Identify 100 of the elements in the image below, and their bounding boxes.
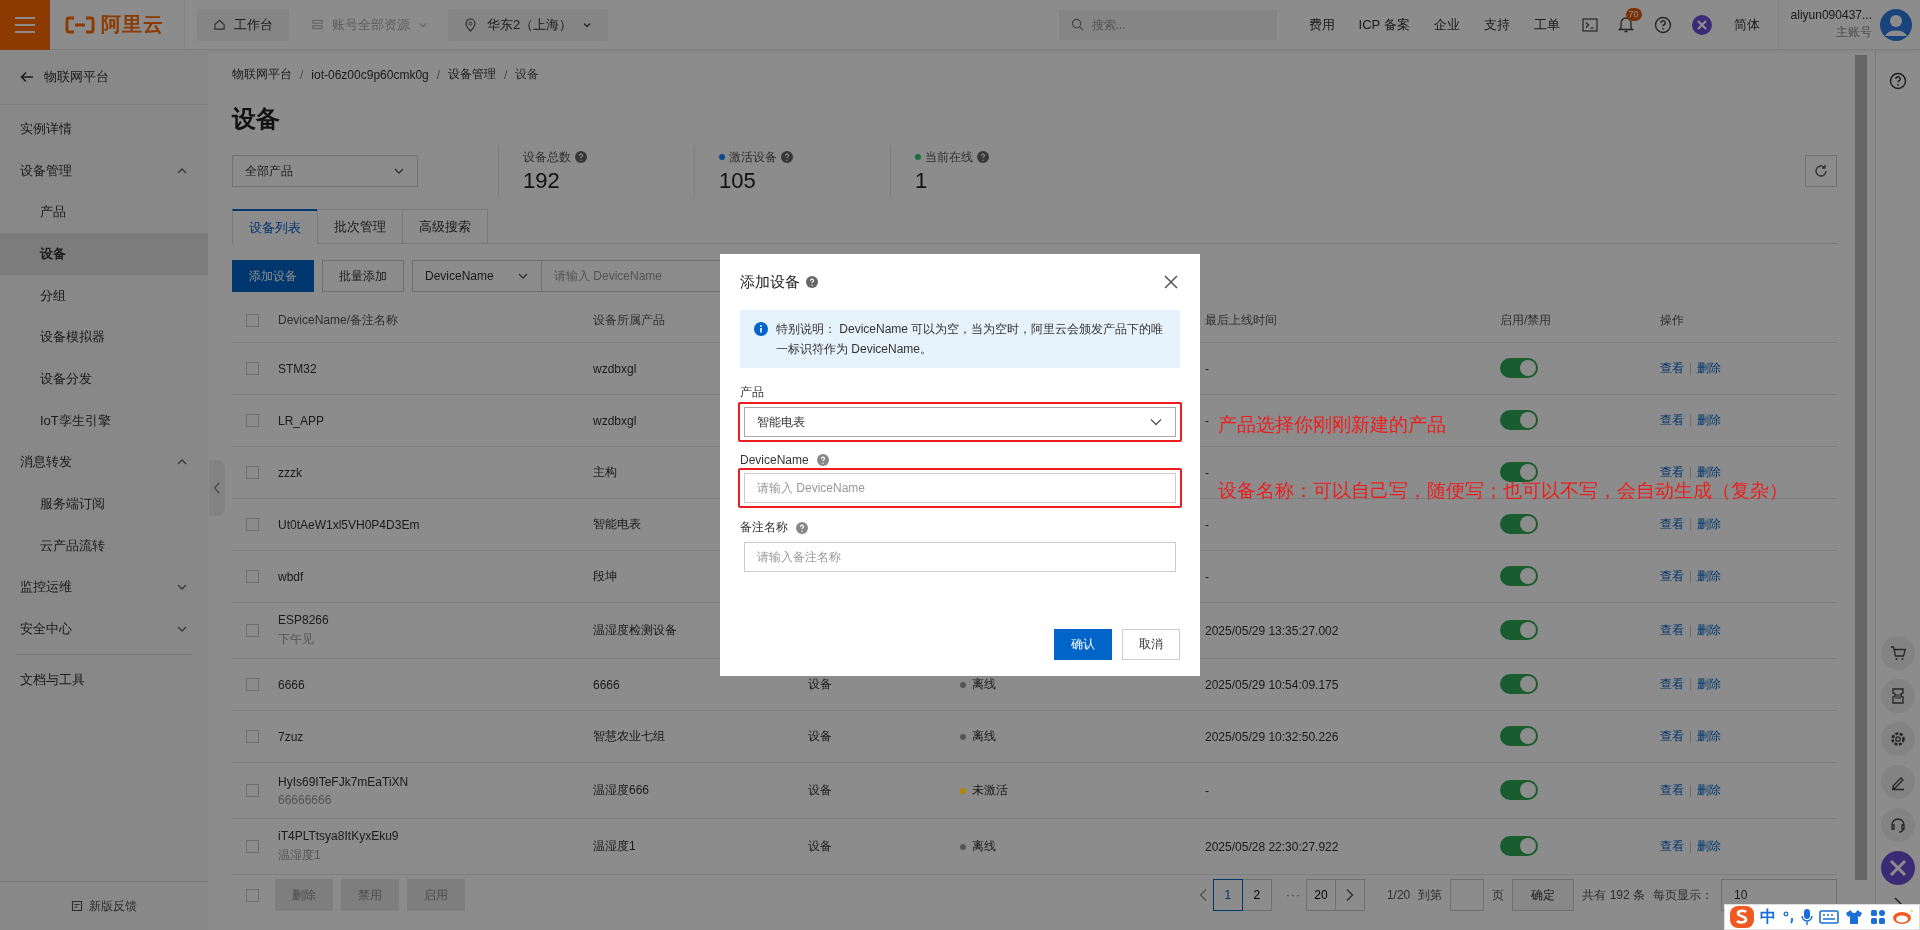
- action-link[interactable]: 查看: [1660, 464, 1684, 481]
- product-filter-select[interactable]: 全部产品: [232, 155, 418, 187]
- action-link[interactable]: 查看: [1660, 516, 1684, 533]
- page-number-field[interactable]: [1450, 879, 1485, 911]
- sidebar-item[interactable]: 安全中心: [0, 608, 208, 650]
- assistant-logo-icon[interactable]: [1881, 851, 1915, 885]
- breadcrumb-link[interactable]: iot-06z00c9p60cmk0g: [311, 67, 429, 82]
- row-checkbox[interactable]: [246, 730, 259, 743]
- row-checkbox[interactable]: [246, 624, 259, 637]
- row-checkbox[interactable]: [246, 414, 259, 427]
- search-field-select[interactable]: DeviceName: [412, 260, 542, 292]
- top-nav-link[interactable]: 工单: [1533, 15, 1560, 34]
- back-link[interactable]: 物联网平台: [0, 50, 208, 105]
- toggle-switch[interactable]: [1500, 566, 1538, 586]
- row-checkbox[interactable]: [246, 570, 259, 583]
- grid-icon[interactable]: [1869, 909, 1886, 925]
- toggle-switch[interactable]: [1500, 410, 1538, 430]
- action-link[interactable]: 删除: [1697, 782, 1721, 799]
- close-icon[interactable]: [1164, 275, 1178, 289]
- cancel-button[interactable]: 取消: [1122, 629, 1180, 660]
- row-checkbox[interactable]: [246, 518, 259, 531]
- keyboard-icon[interactable]: [1819, 910, 1840, 924]
- action-link[interactable]: 删除: [1697, 360, 1721, 377]
- tab[interactable]: 设备列表: [232, 209, 318, 244]
- breadcrumb-link[interactable]: 物联网平台: [232, 66, 292, 83]
- toggle-switch[interactable]: [1500, 514, 1538, 534]
- product-select[interactable]: 智能电表: [744, 407, 1176, 437]
- feedback-link[interactable]: 新版反馈: [0, 881, 208, 930]
- sidebar-item[interactable]: 设备: [0, 233, 208, 275]
- confirm-button[interactable]: 确认: [1054, 629, 1112, 660]
- top-nav-link[interactable]: 企业: [1433, 15, 1460, 34]
- action-link[interactable]: 查看: [1660, 412, 1684, 429]
- page-button[interactable]: 2: [1241, 879, 1272, 911]
- refresh-button[interactable]: [1805, 155, 1837, 187]
- add-device-button[interactable]: 添加设备: [232, 260, 314, 292]
- action-link[interactable]: 删除: [1697, 622, 1721, 639]
- action-link[interactable]: 查看: [1660, 676, 1684, 693]
- help-icon[interactable]: [1653, 15, 1672, 34]
- input-method-logo-icon[interactable]: [1730, 906, 1755, 928]
- language-link[interactable]: 简体: [1733, 15, 1760, 34]
- sidebar-item[interactable]: 设备模拟器: [0, 316, 208, 359]
- toggle-switch[interactable]: [1500, 726, 1538, 746]
- top-nav-link[interactable]: 支持: [1483, 15, 1510, 34]
- action-link[interactable]: 查看: [1660, 838, 1684, 855]
- account-name[interactable]: aliyun090437...: [1790, 8, 1872, 22]
- action-link[interactable]: 查看: [1660, 568, 1684, 585]
- punctuation-icon[interactable]: [1782, 909, 1795, 925]
- action-link[interactable]: 查看: [1660, 360, 1684, 377]
- assistant-logo-icon[interactable]: [1691, 14, 1712, 35]
- toggle-switch[interactable]: [1500, 674, 1538, 694]
- workbench-button[interactable]: 工作台: [197, 8, 289, 41]
- shirt-icon[interactable]: [1845, 909, 1864, 925]
- row-checkbox[interactable]: [246, 466, 259, 479]
- select-all-checkbox[interactable]: [246, 313, 259, 327]
- sidebar-item[interactable]: 文档与工具: [0, 658, 208, 701]
- select-all-checkbox[interactable]: [246, 888, 259, 902]
- sidebar-item[interactable]: 消息转发: [0, 441, 208, 484]
- action-link[interactable]: 删除: [1697, 464, 1721, 481]
- sidebar-item[interactable]: 服务端订阅: [0, 483, 208, 525]
- page-button[interactable]: 1: [1212, 879, 1243, 911]
- avatar-icon[interactable]: [1880, 8, 1912, 41]
- breadcrumb-link[interactable]: 设备: [515, 66, 540, 83]
- action-link[interactable]: 删除: [1697, 838, 1721, 855]
- sidebar-item[interactable]: 实例详情: [0, 108, 208, 150]
- next-page-button[interactable]: [1334, 879, 1365, 911]
- page-button[interactable]: 20: [1305, 879, 1336, 911]
- help-icon[interactable]: [1889, 72, 1907, 90]
- row-checkbox[interactable]: [246, 784, 259, 797]
- sidebar-item[interactable]: IoT孪生引擎: [0, 399, 208, 442]
- action-link[interactable]: 查看: [1660, 728, 1684, 745]
- gear-icon[interactable]: [1881, 722, 1915, 756]
- goto-button[interactable]: 确定: [1512, 879, 1575, 911]
- region-dropdown[interactable]: 华东2（上海）: [448, 8, 609, 41]
- toggle-switch[interactable]: [1500, 620, 1538, 640]
- row-checkbox[interactable]: [246, 362, 259, 375]
- action-link[interactable]: 删除: [1697, 412, 1721, 429]
- input-field[interactable]: 请输入备注名称: [744, 542, 1176, 572]
- bell-icon[interactable]: [1617, 16, 1634, 33]
- cart-icon[interactable]: [1881, 636, 1915, 670]
- action-link[interactable]: 删除: [1697, 568, 1721, 585]
- top-nav-link[interactable]: 费用: [1308, 15, 1335, 34]
- breadcrumb-link[interactable]: 设备管理: [448, 66, 497, 83]
- sidebar-item[interactable]: 设备管理: [0, 149, 208, 192]
- action-link[interactable]: 查看: [1660, 622, 1684, 639]
- input-field[interactable]: 请输入 DeviceName: [744, 473, 1176, 503]
- row-checkbox[interactable]: [246, 678, 259, 691]
- tab[interactable]: 高级搜索: [402, 209, 488, 243]
- sidebar-item[interactable]: 云产品流转: [0, 524, 208, 567]
- collapse-handle[interactable]: [209, 460, 225, 516]
- headset-icon[interactable]: [1881, 808, 1915, 842]
- toggle-switch[interactable]: [1500, 358, 1538, 378]
- action-link[interactable]: 查看: [1660, 782, 1684, 799]
- mascot-icon[interactable]: [1891, 909, 1914, 925]
- row-checkbox[interactable]: [246, 840, 259, 853]
- action-link[interactable]: 删除: [1697, 676, 1721, 693]
- chevron-left-icon[interactable]: [1197, 888, 1208, 902]
- terminal-icon[interactable]: [1581, 17, 1598, 32]
- toggle-switch[interactable]: [1500, 836, 1538, 856]
- microphone-icon[interactable]: [1800, 908, 1813, 926]
- sidebar-item[interactable]: 设备分发: [0, 358, 208, 400]
